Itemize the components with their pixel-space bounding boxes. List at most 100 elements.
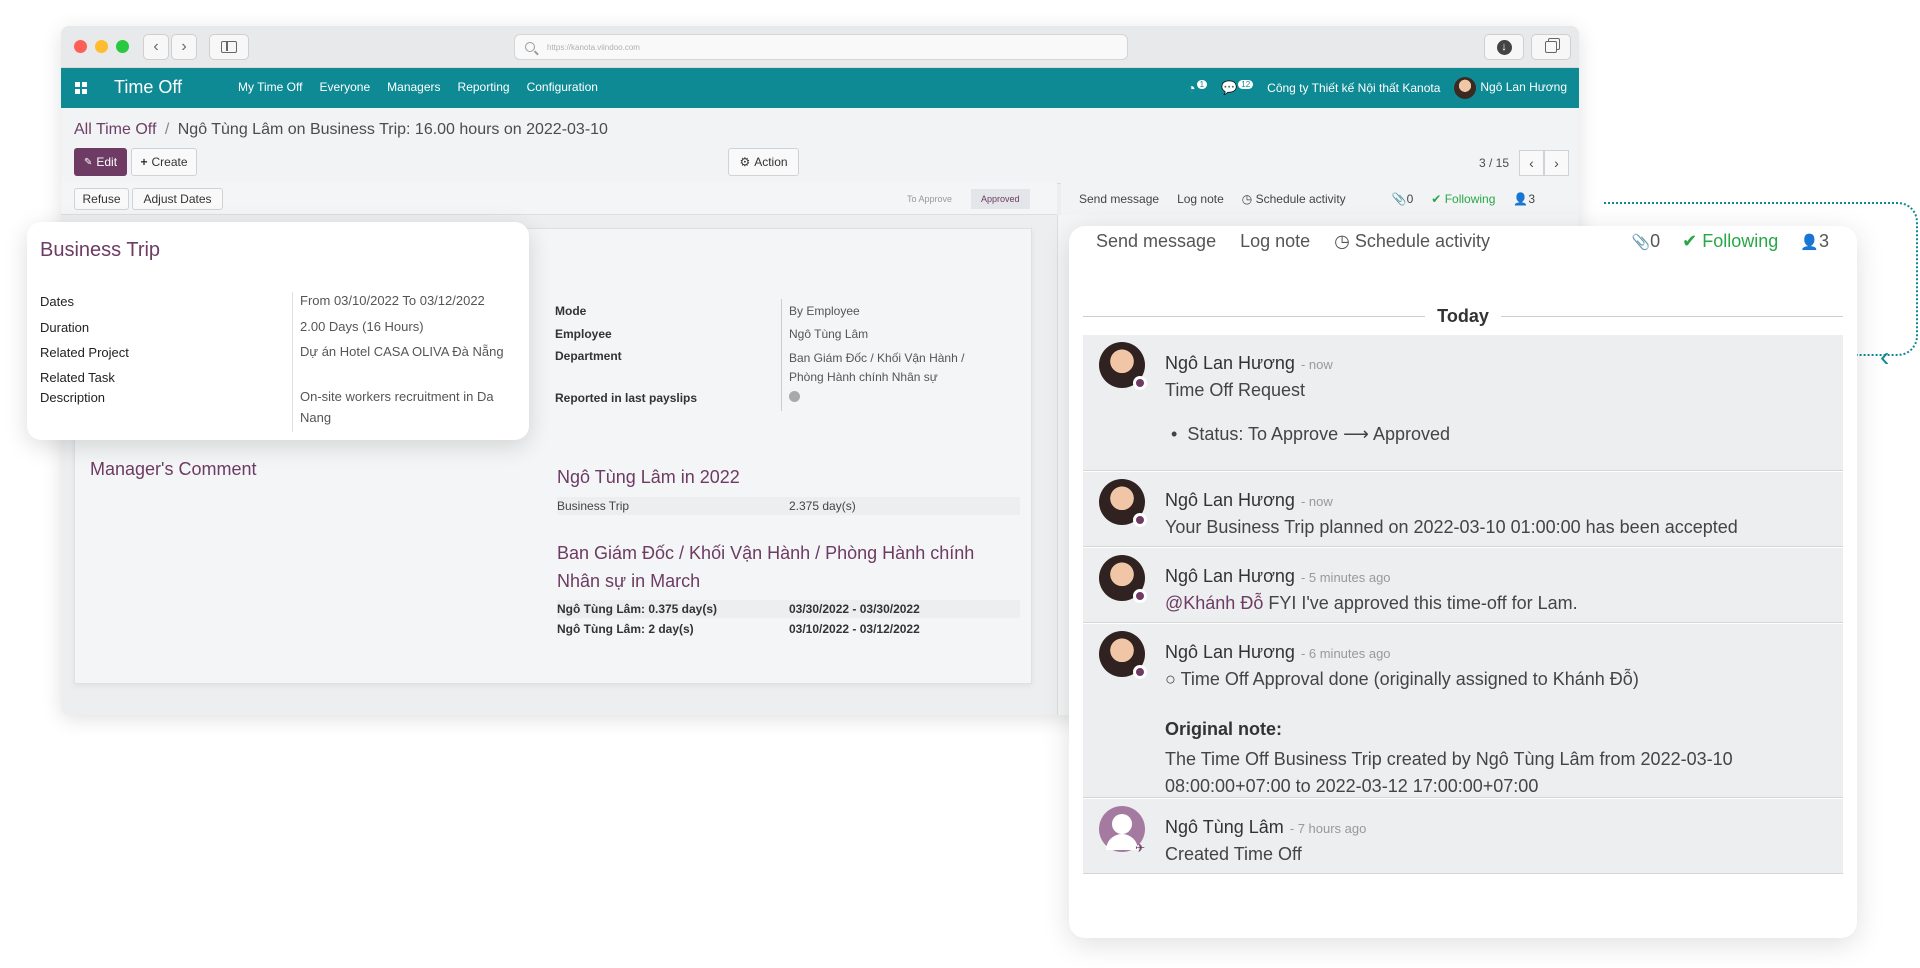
original-note-text: The Time Off Business Trip created by Ng… (1165, 749, 1733, 796)
adjust-dates-button[interactable]: Adjust Dates (132, 188, 223, 210)
tabs-overview-icon[interactable] (1531, 34, 1571, 60)
connector-arrow-icon: ‹ (1880, 341, 1890, 372)
stage-approved[interactable]: Approved (971, 189, 1030, 209)
message-body: ○ Time Off Approval done (originally ass… (1165, 669, 1639, 689)
log-note-button[interactable]: Log note (1240, 231, 1310, 252)
close-window-button[interactable] (74, 40, 87, 53)
card-value-description[interactable]: On-site workers recruitment in Da Nang (300, 386, 525, 428)
tracking-value: • Status: To Approve ⟶ Approved (1171, 424, 1450, 444)
menu-managers[interactable]: Managers (387, 80, 440, 94)
field-value-department[interactable]: Ban Giám Đốc / Khối Vận Hành / Phòng Hàn… (789, 349, 989, 387)
attachment-count: 0 (1406, 192, 1414, 206)
user-menu[interactable]: Ngô Lan Hương (1454, 77, 1567, 99)
schedule-activity-link[interactable]: ◷ Schedule activity (1242, 192, 1346, 206)
clock-icon: ◷ (1334, 231, 1350, 251)
followers-button[interactable]: 👤3 (1800, 231, 1829, 252)
mention-link[interactable]: @Khánh Đỗ (1165, 593, 1263, 613)
message-author[interactable]: Ngô Lan Hương - now (1165, 353, 1333, 374)
message-time: - now (1300, 357, 1333, 372)
author-avatar[interactable] (1099, 555, 1147, 603)
field-value-employee[interactable]: Ngô Tùng Lâm (789, 327, 868, 341)
message-author[interactable]: Ngô Lan Hương - now (1165, 490, 1333, 511)
action-button[interactable]: ⚙ Action (728, 148, 799, 176)
pager-next-icon[interactable]: › (1544, 150, 1569, 176)
app-title[interactable]: Time Off (114, 77, 182, 98)
browser-titlebar: ‹ › https://kanota.viindoo.com ↓ (61, 26, 1579, 68)
maximize-window-button[interactable] (116, 40, 129, 53)
pager: 3 / 15 ‹ › (1479, 150, 1569, 176)
field-label-mode: Mode (555, 304, 587, 318)
card-value-project[interactable]: Dự án Hotel CASA OLIVA Đà Nẵng (300, 341, 525, 362)
menu-reporting[interactable]: Reporting (458, 80, 510, 94)
menu-everyone[interactable]: Everyone (319, 80, 370, 94)
year-row-days: 2.375 day(s) (789, 499, 856, 513)
refuse-button[interactable]: Refuse (74, 188, 129, 210)
card-title: Business Trip (40, 239, 161, 261)
top-navbar: Time Off My Time Off Everyone Managers R… (61, 68, 1579, 108)
field-label-department: Department (555, 349, 622, 363)
main-menu: My Time Off Everyone Managers Reporting … (238, 80, 598, 94)
minimize-window-button[interactable] (95, 40, 108, 53)
following-button[interactable]: ✔ Following (1431, 192, 1495, 206)
card-value-dates[interactable]: From 03/10/2022 To 03/12/2022 (300, 290, 525, 311)
online-status-dot (1133, 665, 1147, 679)
message-time: - 5 minutes ago (1300, 570, 1391, 585)
following-button[interactable]: ✔ Following (1682, 231, 1778, 252)
clock-icon: ◔ (1187, 80, 1196, 96)
paperclip-icon: 📎 (1631, 234, 1651, 251)
chatter-topbar: Send message Log note ◷ Schedule activit… (1061, 183, 1579, 215)
date-separator: Today (1083, 305, 1844, 326)
online-status-dot (1133, 589, 1147, 603)
plus-icon: + (140, 155, 148, 169)
author-avatar[interactable] (1099, 342, 1147, 390)
chatter-message: Ngô Lan Hương - 5 minutes ago @Khánh Đỗ F… (1083, 548, 1843, 623)
forward-icon[interactable]: › (171, 34, 197, 60)
apps-menu-icon[interactable] (75, 82, 87, 94)
company-switcher[interactable]: Công ty Thiết kế Nội thất Kanota (1267, 81, 1440, 95)
sidebar-toggle-icon[interactable] (209, 34, 249, 60)
date-separator-label: Today (1437, 305, 1489, 326)
action-label: Action (754, 155, 788, 169)
breadcrumb-all-time-off[interactable]: All Time Off (74, 121, 156, 138)
chatter-actions: Send message Log note ◷ Schedule activit… (1096, 231, 1490, 252)
pager-previous-icon[interactable]: ‹ (1519, 150, 1544, 176)
address-bar[interactable]: https://kanota.viindoo.com (514, 34, 1128, 60)
followers-button[interactable]: 👤3 (1513, 192, 1535, 206)
menu-configuration[interactable]: Configuration (527, 80, 598, 94)
message-author[interactable]: Ngô Lan Hương - 5 minutes ago (1165, 566, 1391, 587)
reported-status-dot (789, 391, 800, 402)
business-trip-card: Business Trip Dates From 03/10/2022 To 0… (27, 222, 529, 440)
schedule-activity-label: Schedule activity (1354, 231, 1490, 251)
menu-my-time-off[interactable]: My Time Off (238, 80, 302, 94)
edit-button[interactable]: ✎ Edit (74, 148, 127, 176)
log-note-link[interactable]: Log note (1177, 192, 1224, 206)
followers-count: 3 (1818, 231, 1829, 251)
clock-icon: ◷ (1241, 192, 1253, 206)
message-author[interactable]: Ngô Tùng Lâm - 7 hours ago (1165, 817, 1366, 838)
card-value-duration[interactable]: 2.00 Days (16 Hours) (300, 316, 525, 337)
back-icon[interactable]: ‹ (143, 34, 169, 60)
schedule-activity-label: Schedule activity (1255, 192, 1346, 206)
author-avatar[interactable] (1099, 479, 1147, 527)
download-icon[interactable]: ↓ (1484, 34, 1524, 60)
activity-count: 1 (1196, 80, 1208, 89)
attachment-count: 0 (1650, 231, 1661, 251)
schedule-activity-button[interactable]: ◷ Schedule activity (1334, 231, 1490, 252)
activity-button[interactable]: ◔ 1 (1187, 80, 1208, 96)
message-author[interactable]: Ngô Lan Hương - 6 minutes ago (1165, 642, 1391, 663)
attachments-button[interactable]: 📎0 (1631, 231, 1660, 252)
pager-value[interactable]: 3 / 15 (1479, 156, 1509, 170)
year-row-type: Business Trip (557, 499, 630, 513)
send-message-link[interactable]: Send message (1079, 192, 1159, 206)
send-message-button[interactable]: Send message (1096, 231, 1216, 252)
stage-to-approve[interactable]: To Approve (897, 189, 962, 209)
field-value-mode[interactable]: By Employee (789, 304, 860, 318)
create-button[interactable]: + Create (131, 148, 197, 176)
airplane-icon: ✈ (1135, 841, 1146, 855)
attachments-button[interactable]: 📎0 (1392, 192, 1414, 206)
messaging-button[interactable]: 💬 12 (1221, 80, 1254, 96)
author-avatar[interactable] (1099, 631, 1147, 679)
tracking-new: Approved (1372, 424, 1450, 444)
department-row-employee: Ngô Tùng Lâm: 2 day(s) (557, 622, 694, 636)
edit-label: Edit (96, 155, 118, 169)
